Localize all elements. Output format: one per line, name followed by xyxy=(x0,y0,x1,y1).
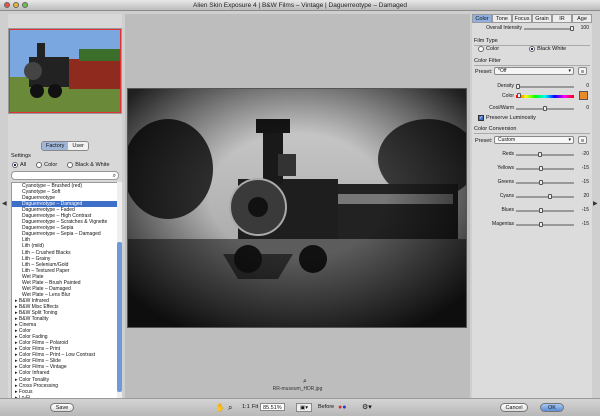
yellows-slider[interactable] xyxy=(516,166,574,171)
zoom-level-field[interactable]: 85.51% xyxy=(260,403,285,411)
filter-color-radio[interactable]: Color xyxy=(36,162,57,168)
magnifier-icon: ⌕ xyxy=(112,173,116,179)
collapse-left-arrow-icon[interactable]: ◀ xyxy=(2,200,7,207)
slider-knob[interactable] xyxy=(543,106,547,111)
channel-row-greens: Greens -15 xyxy=(497,179,589,185)
zoom-magnifier-icon[interactable]: ⌕ xyxy=(303,378,307,386)
greens-slider[interactable] xyxy=(516,180,574,185)
cyans-slider[interactable] xyxy=(516,194,574,199)
checkmark-icon: ✓ xyxy=(478,115,484,121)
channel-row-magentas: Magentas -15 xyxy=(492,221,589,227)
color-filter-preset-label: Preset: xyxy=(475,69,493,75)
cancel-button[interactable]: Cancel xyxy=(500,403,528,412)
slider-knob[interactable] xyxy=(537,152,542,157)
preserve-luminosity-checkbox[interactable]: ✓ Preserve Luminosity xyxy=(478,115,594,121)
collapse-right-arrow-icon[interactable]: ▶ xyxy=(593,200,598,207)
adjustments-panel: Color Tone Focus Grain IR Age Overall In… xyxy=(472,14,592,398)
bottom-toolbar: Save ✋ ⌕ 1:1 Fit 85.51% ▣▾ Before ●● ⚙▾ … xyxy=(0,398,600,416)
channel-row-cyans: Cyans 20 xyxy=(499,193,589,199)
zoom-fit-button[interactable]: Fit xyxy=(252,403,258,412)
tab-tone[interactable]: Tone xyxy=(492,14,512,23)
navigator-thumbnail[interactable] xyxy=(8,28,122,114)
daguerreotype-train-photo xyxy=(123,89,478,327)
filter-all-radio[interactable]: All xyxy=(12,162,26,168)
zoom-window-icon[interactable] xyxy=(22,2,28,8)
slider-knob[interactable] xyxy=(539,208,544,213)
preview-area: ⌕ RR-museum_HDR.jpg xyxy=(123,14,478,398)
conversion-preset-label: Preset: xyxy=(475,138,493,144)
cool-warm-slider[interactable] xyxy=(516,106,574,111)
tab-focus[interactable]: Focus xyxy=(512,14,532,23)
channel-row-blues: Blues -15 xyxy=(501,207,589,213)
film-type-heading: Film Type xyxy=(474,38,590,46)
color-filter-preset-menu-button[interactable]: ☰ xyxy=(578,67,587,75)
color-filter-heading: Color Filter xyxy=(474,58,590,66)
tab-age[interactable]: Age xyxy=(572,14,592,23)
conversion-preset-menu-button[interactable]: ☰ xyxy=(578,136,587,144)
zoom-1to1-button[interactable]: 1:1 xyxy=(242,403,250,412)
color-swatch[interactable] xyxy=(579,91,588,100)
presets-panel: Factory User Settings All Color Black & … xyxy=(8,14,122,400)
channel-row-yellows: Yellows -15 xyxy=(497,165,589,171)
train-thumbnail-image xyxy=(9,29,121,113)
tab-color[interactable]: Color xyxy=(472,14,492,23)
slider-knob[interactable] xyxy=(539,180,544,185)
minimize-window-icon[interactable] xyxy=(13,2,19,8)
overall-intensity-slider[interactable] xyxy=(524,26,574,31)
before-toggle-icon[interactable]: ●● xyxy=(338,403,346,412)
preview-image[interactable] xyxy=(123,88,478,328)
density-slider[interactable] xyxy=(516,84,574,89)
ok-button[interactable]: OK xyxy=(540,403,564,412)
zoom-tool-icon[interactable]: ⌕ xyxy=(228,403,232,412)
title-bar: Alien Skin Exposure 4 | B&W Films – Vint… xyxy=(0,0,600,11)
preset-filter-radios: All Color Black & White xyxy=(12,162,110,168)
filter-bw-radio[interactable]: Black & White xyxy=(67,162,110,168)
channel-row-reds: Reds -20 xyxy=(502,151,589,157)
preset-source-tabs: Factory User xyxy=(8,141,122,151)
settings-gear-icon[interactable]: ⚙▾ xyxy=(362,403,372,412)
tab-user[interactable]: User xyxy=(68,142,88,150)
conversion-preset-dropdown[interactable]: Custom xyxy=(494,136,574,144)
overall-intensity-row: Overall Intensity 100 xyxy=(486,25,589,31)
blues-slider[interactable] xyxy=(516,208,574,213)
hand-tool-icon[interactable]: ✋ xyxy=(215,403,225,412)
preset-search-input[interactable]: ⌕ xyxy=(11,171,119,180)
magentas-slider[interactable] xyxy=(516,222,574,227)
scrollbar-thumb[interactable] xyxy=(117,242,122,392)
slider-knob[interactable] xyxy=(539,222,544,227)
tab-grain[interactable]: Grain xyxy=(532,14,552,23)
preset-list-scrollbar[interactable] xyxy=(117,182,122,400)
film-type-color-radio[interactable]: Color xyxy=(478,46,499,52)
slider-knob[interactable] xyxy=(570,26,574,31)
color-hue-slider[interactable] xyxy=(516,93,574,98)
save-button[interactable]: Save xyxy=(50,403,74,412)
film-type-bw-radio[interactable]: Black White xyxy=(529,46,566,52)
compare-layout-button[interactable]: ▣▾ xyxy=(296,403,312,412)
color-hue-row: Color xyxy=(472,91,592,100)
window-controls xyxy=(4,2,28,8)
close-window-icon[interactable] xyxy=(4,2,10,8)
before-label: Before xyxy=(318,404,335,410)
window-title: Alien Skin Exposure 4 | B&W Films – Vint… xyxy=(193,2,407,9)
settings-label: Settings xyxy=(11,153,31,159)
cool-warm-row: Cool/Warm 0 xyxy=(489,105,589,111)
image-filename: RR-museum_HDR.jpg xyxy=(272,386,323,392)
tab-ir[interactable]: IR xyxy=(552,14,572,23)
tab-factory[interactable]: Factory xyxy=(42,142,69,150)
color-conversion-heading: Color Conversion xyxy=(474,126,590,134)
slider-knob[interactable] xyxy=(548,194,553,199)
preset-list[interactable]: Cyanotype – Brushed (red) Cyanotype – Sof… xyxy=(11,182,119,400)
reds-slider[interactable] xyxy=(516,152,574,157)
density-row: Density 0 xyxy=(497,83,589,89)
slider-knob[interactable] xyxy=(517,93,521,98)
film-type-radios: Color Black White xyxy=(478,46,566,52)
adjustment-tabs: Color Tone Focus Grain IR Age xyxy=(472,14,592,23)
color-filter-preset-dropdown[interactable]: *Off xyxy=(494,67,574,75)
slider-knob[interactable] xyxy=(516,84,520,89)
slider-knob[interactable] xyxy=(539,166,544,171)
